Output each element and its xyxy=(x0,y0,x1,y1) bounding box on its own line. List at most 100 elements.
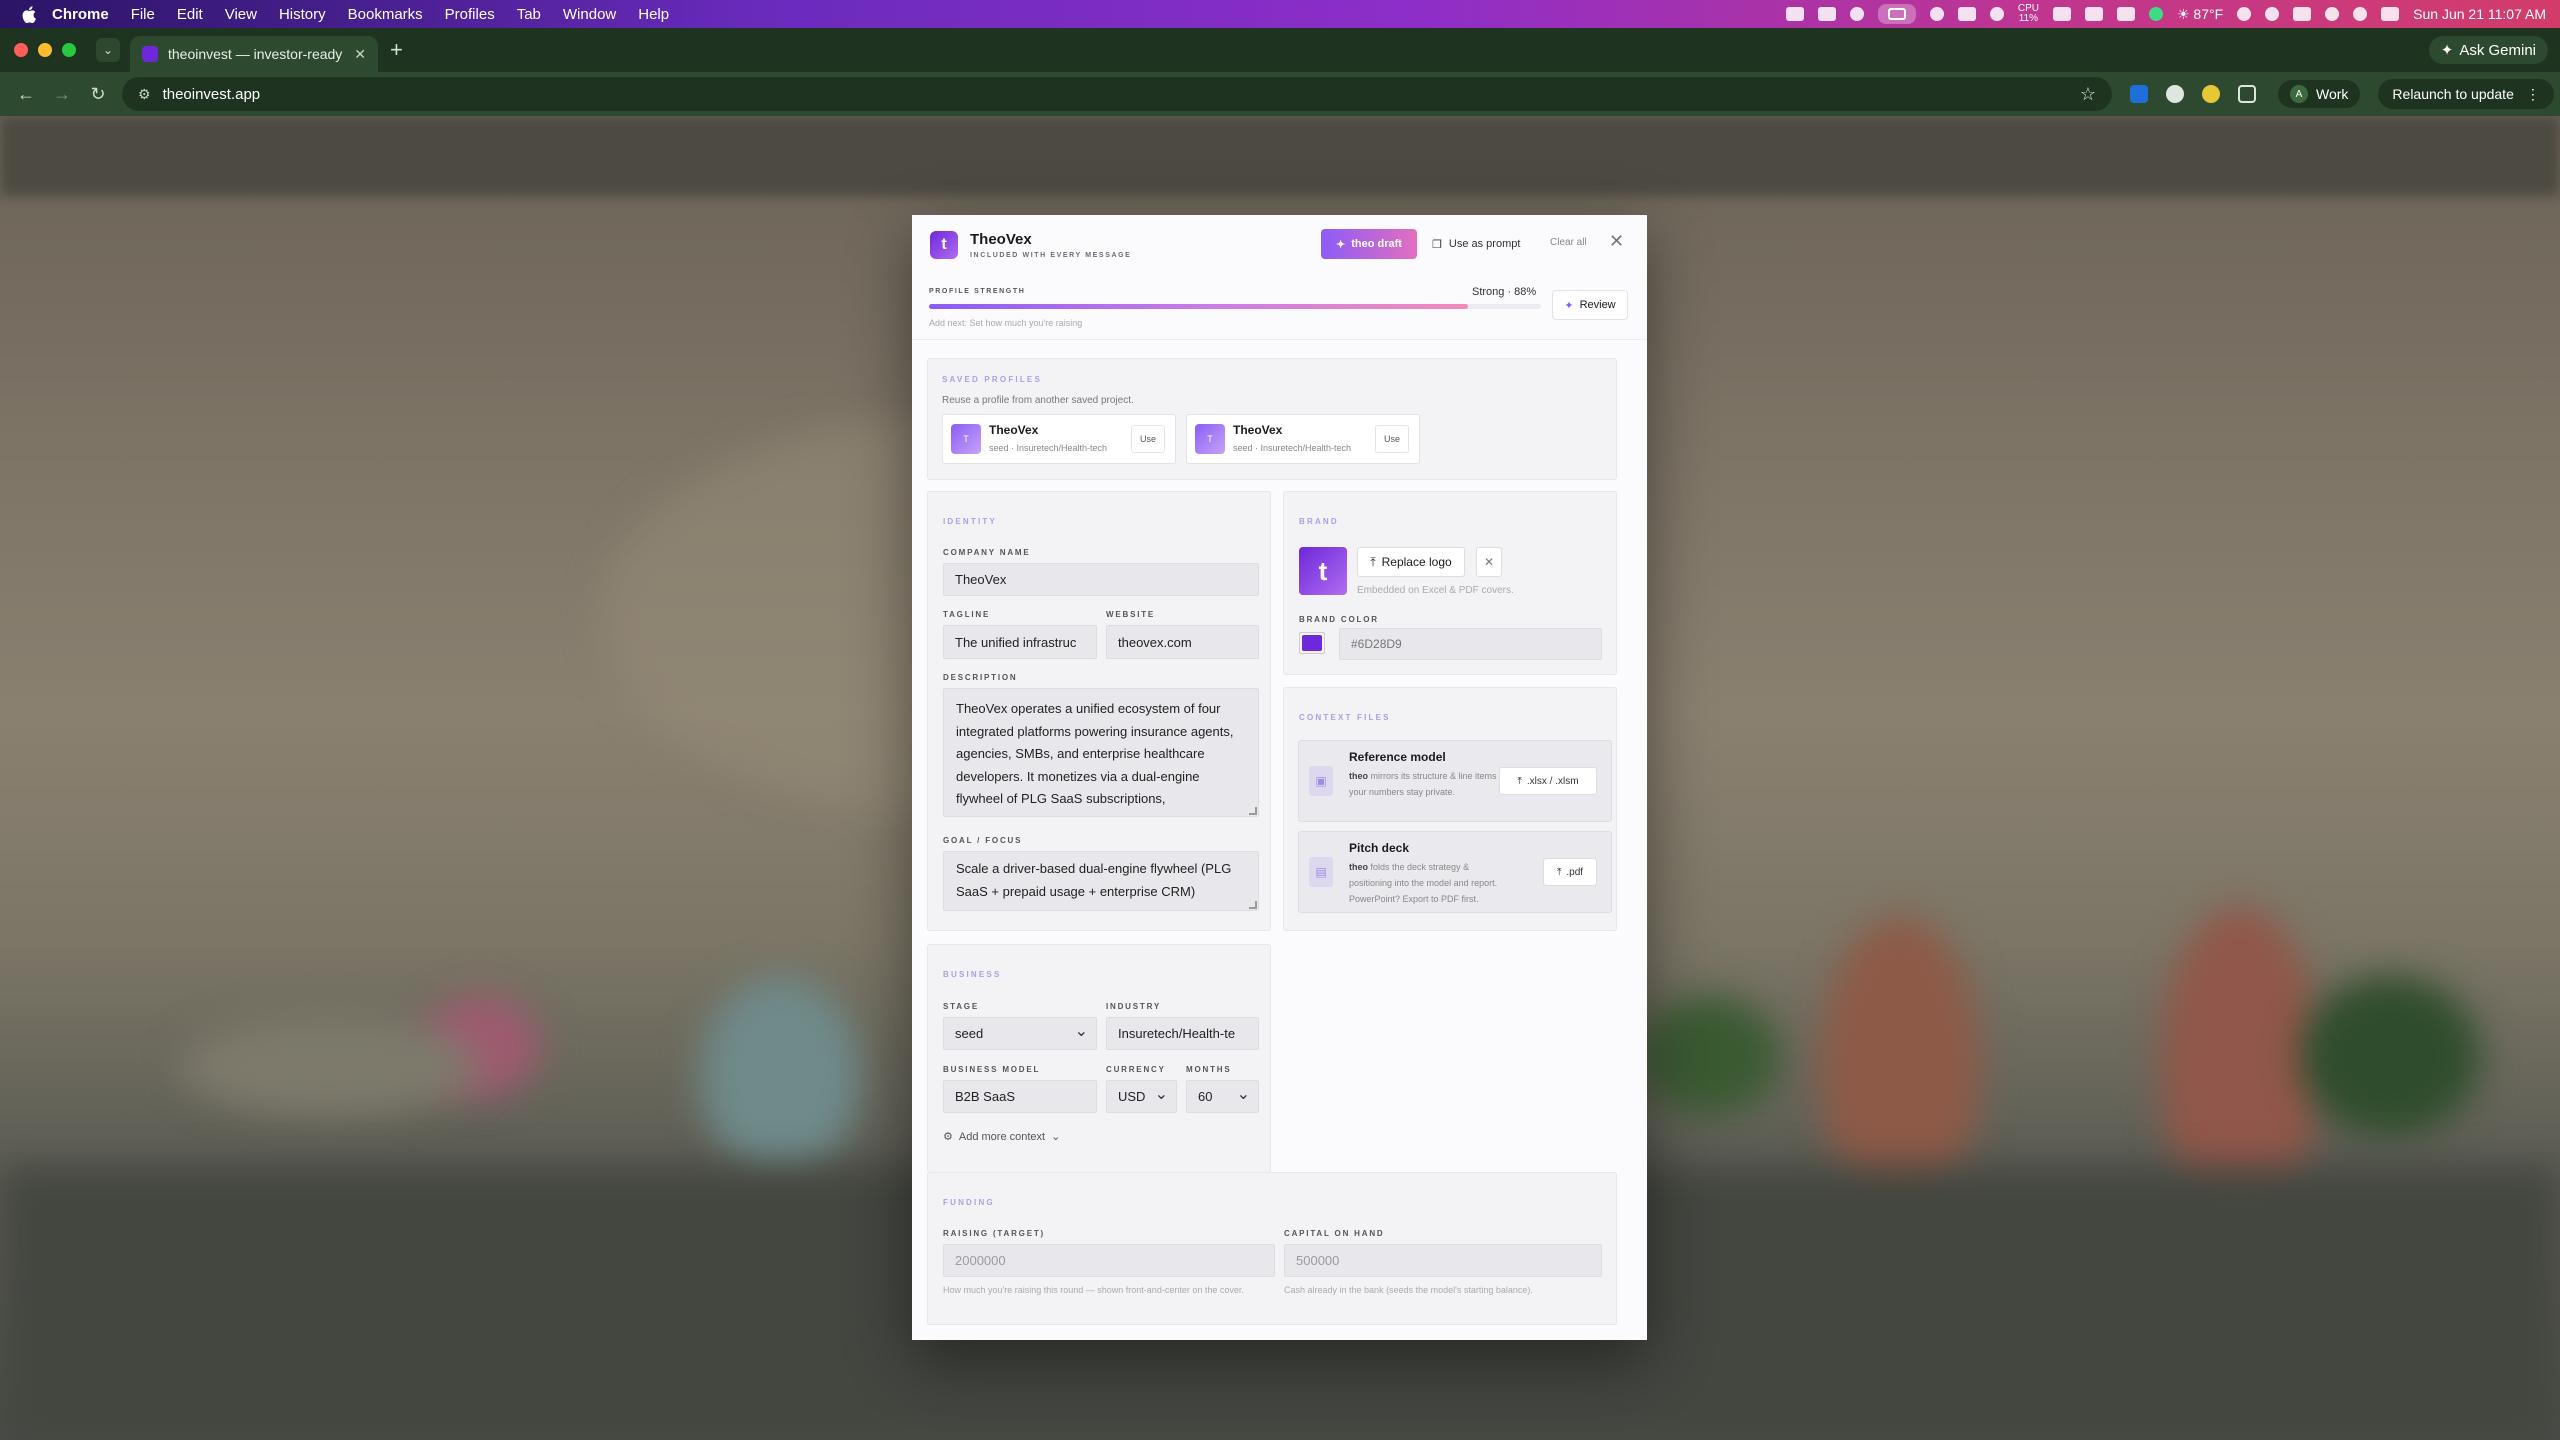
cloud-icon[interactable] xyxy=(1957,7,1976,21)
raising-input[interactable]: 2000000 xyxy=(943,1244,1275,1277)
battery-icon[interactable] xyxy=(2293,7,2312,21)
profile-next-hint: Add next: Set how much you're raising xyxy=(929,318,1083,328)
brand-color-input[interactable]: #6D28D9 xyxy=(1339,628,1602,660)
cpu-meter[interactable]: CPU 11% xyxy=(2018,4,2039,24)
back-arrow-icon[interactable]: ← xyxy=(16,84,36,105)
brand-heading: BRAND xyxy=(1299,517,1339,526)
extensions-puzzle-icon[interactable] xyxy=(2238,85,2256,103)
business-model-input[interactable]: B2B SaaS xyxy=(943,1080,1097,1113)
description-textarea[interactable]: TheoVex operates a unified ecosystem of … xyxy=(943,688,1259,817)
funding-heading: FUNDING xyxy=(943,1198,995,1207)
forward-arrow-icon[interactable]: → xyxy=(52,84,72,105)
spotlight-icon[interactable] xyxy=(2353,7,2368,21)
goal-textarea[interactable]: Scale a driver-based dual-engine flywhee… xyxy=(943,851,1259,911)
screen-record-icon[interactable] xyxy=(1877,4,1916,24)
menu-tab[interactable]: Tab xyxy=(517,6,541,23)
airdrop-icon[interactable] xyxy=(2265,7,2280,21)
at-icon[interactable] xyxy=(1989,7,2004,21)
menu-profiles[interactable]: Profiles xyxy=(445,6,495,23)
menu-app-name[interactable]: Chrome xyxy=(52,6,109,23)
profile-strength-bar xyxy=(929,304,1541,309)
saved-profiles-heading: SAVED PROFILES xyxy=(942,375,1042,384)
weather-widget[interactable]: ☀ 87°F xyxy=(2177,6,2223,23)
more-vert-icon[interactable]: ⋮ xyxy=(2526,86,2540,103)
stage-select[interactable]: seed xyxy=(943,1017,1097,1050)
chevron-down-icon: ⌄ xyxy=(1051,1131,1061,1143)
menu-help[interactable]: Help xyxy=(638,6,669,23)
profile-button[interactable]: A Work xyxy=(2278,80,2361,108)
capital-on-hand-hint: Cash already in the bank (seeds the mode… xyxy=(1284,1285,1533,1295)
apple-icon[interactable] xyxy=(20,5,38,23)
reload-icon[interactable]: ↻ xyxy=(88,84,108,105)
browser-toolbar: ← → ↻ ⚙ theoinvest.app ☆ A Work Relaunch… xyxy=(0,72,2560,116)
zoom-window-button[interactable] xyxy=(62,43,76,57)
relaunch-button[interactable]: Relaunch to update ⋮ xyxy=(2378,79,2554,109)
menu-file[interactable]: File xyxy=(131,6,155,23)
replace-logo-label: Replace logo xyxy=(1381,555,1452,569)
ask-gemini-button[interactable]: ✦ Ask Gemini xyxy=(2428,36,2548,64)
extension-coin-icon[interactable] xyxy=(2202,85,2220,103)
saved-profiles-card: SAVED PROFILES Reuse a profile from anot… xyxy=(927,358,1617,480)
bookmark-star-icon[interactable]: ☆ xyxy=(2080,84,2096,105)
control-center-icon[interactable] xyxy=(2381,7,2400,21)
review-button[interactable]: ✦ Review xyxy=(1552,290,1628,320)
tagline-input[interactable]: The unified infrastruc xyxy=(943,625,1097,659)
address-bar[interactable]: ⚙ theoinvest.app ☆ xyxy=(122,77,2112,111)
capital-on-hand-input[interactable]: 500000 xyxy=(1284,1244,1602,1277)
menu-history[interactable]: History xyxy=(279,6,326,23)
extension-eye-icon[interactable] xyxy=(2166,85,2184,103)
currency-select[interactable]: USD xyxy=(1106,1080,1177,1113)
upload-xlsx-button[interactable]: ⤒ .xlsx / .xlsm xyxy=(1499,767,1597,795)
months-select[interactable]: 60 xyxy=(1186,1080,1259,1113)
user-icon[interactable] xyxy=(2237,7,2252,21)
saved-profile-item[interactable]: T TheoVex seed · Insuretech/Health-tech … xyxy=(942,414,1176,464)
brand-color-swatch[interactable] xyxy=(1299,632,1325,654)
remove-logo-icon[interactable]: ✕ xyxy=(1476,547,1502,577)
add-more-context-button[interactable]: ⚙ Add more context ⌄ xyxy=(943,1130,1061,1144)
use-as-prompt-button[interactable]: ❐ Use as prompt xyxy=(1432,229,1520,259)
identity-card: IDENTITY COMPANY NAME TheoVex TAGLINE Th… xyxy=(927,491,1271,931)
cpu-value: 11% xyxy=(2018,13,2039,24)
theo-draft-button[interactable]: ✦ theo draft xyxy=(1321,229,1417,259)
new-tab-plus-icon[interactable]: + xyxy=(390,37,403,63)
use-profile-button[interactable]: Use xyxy=(1375,425,1409,453)
menu-window[interactable]: Window xyxy=(563,6,616,23)
resize-grip-icon[interactable] xyxy=(1249,901,1257,909)
use-profile-button[interactable]: Use xyxy=(1131,425,1165,453)
minimize-window-button[interactable] xyxy=(38,43,52,57)
display-icon[interactable] xyxy=(2052,7,2071,21)
clear-all-button[interactable]: Clear all xyxy=(1550,237,1587,248)
menu-bookmarks[interactable]: Bookmarks xyxy=(348,6,423,23)
window-icon[interactable] xyxy=(2116,7,2135,21)
context-files-heading: CONTEXT FILES xyxy=(1299,713,1391,722)
close-tab-icon[interactable]: ✕ xyxy=(354,46,366,63)
stats-icon[interactable] xyxy=(1785,7,1804,21)
description-text: TheoVex operates a unified ecosystem of … xyxy=(956,701,1234,806)
close-icon[interactable]: ✕ xyxy=(1609,231,1624,252)
resize-grip-icon[interactable] xyxy=(1249,807,1257,815)
bluetooth-app-icon[interactable] xyxy=(1929,7,1944,21)
compass-icon[interactable] xyxy=(1849,7,1864,21)
extension-d-icon[interactable] xyxy=(2130,85,2148,103)
close-window-button[interactable] xyxy=(14,43,28,57)
tag-icon[interactable] xyxy=(2084,7,2103,21)
menu-edit[interactable]: Edit xyxy=(177,6,203,23)
browser-tab[interactable]: theoinvest — investor-ready f ✕ xyxy=(130,36,378,72)
website-input[interactable]: theovex.com xyxy=(1106,625,1259,659)
modal-subtitle: INCLUDED WITH EVERY MESSAGE xyxy=(970,252,1132,259)
upload-pdf-button[interactable]: ⤒ .pdf xyxy=(1543,858,1597,886)
backdrop-tree xyxy=(2300,976,2480,1136)
site-info-icon[interactable]: ⚙ xyxy=(138,86,151,103)
tab-search-chevron-icon[interactable]: ⌄ xyxy=(96,38,120,62)
saved-profile-item[interactable]: T TheoVex seed · Insuretech/Health-tech … xyxy=(1186,414,1420,464)
header-divider xyxy=(912,339,1647,340)
replace-logo-button[interactable]: ⤒ Replace logo xyxy=(1357,547,1465,577)
industry-input[interactable]: Insuretech/Health-te xyxy=(1106,1017,1259,1050)
company-name-input[interactable]: TheoVex xyxy=(943,563,1259,596)
menu-view[interactable]: View xyxy=(225,6,257,23)
wifi-icon[interactable] xyxy=(2325,7,2340,21)
clock[interactable]: Sun Jun 21 11:07 AM xyxy=(2413,6,2546,22)
status-dot-icon[interactable] xyxy=(2148,7,2163,21)
profile-strength-label: PROFILE STRENGTH xyxy=(929,288,1026,295)
teams-icon[interactable] xyxy=(1817,7,1836,21)
